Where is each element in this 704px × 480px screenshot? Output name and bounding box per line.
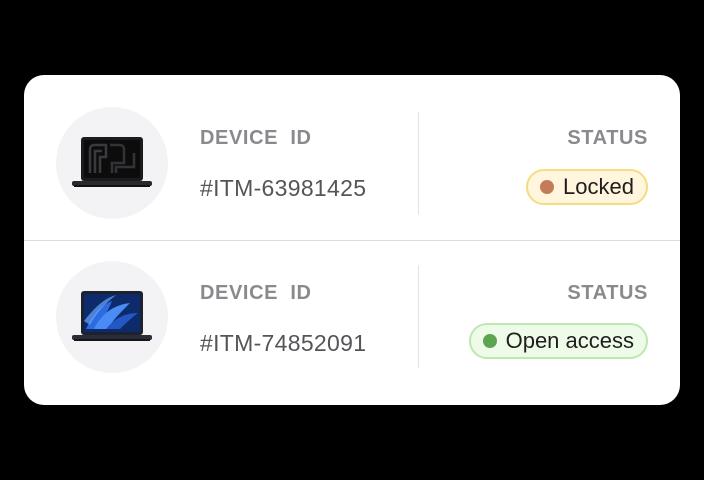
status-dot bbox=[482, 334, 497, 348]
status-text: Locked bbox=[563, 174, 634, 199]
status-label: STATUS bbox=[567, 127, 648, 149]
device-thumbnail bbox=[56, 107, 168, 219]
device-thumbnail bbox=[56, 261, 168, 373]
column-divider bbox=[418, 112, 419, 215]
device-list-card: DEVICE ID #ITM-63981425 STATUS Locked DE… bbox=[24, 75, 680, 405]
device-id-value: #ITM-63981425 bbox=[200, 175, 367, 201]
laptop-icon bbox=[72, 137, 152, 187]
status-dot bbox=[540, 180, 555, 194]
status-badge-open: Open access bbox=[468, 323, 648, 359]
column-divider bbox=[418, 265, 419, 368]
laptop-icon bbox=[72, 291, 152, 341]
status-label: STATUS bbox=[567, 282, 648, 304]
device-row[interactable]: DEVICE ID #ITM-74852091 STATUS Open acce… bbox=[24, 241, 680, 405]
device-id-label: DEVICE ID bbox=[200, 282, 312, 304]
status-badge-locked: Locked bbox=[526, 169, 648, 205]
device-row[interactable]: DEVICE ID #ITM-63981425 STATUS Locked bbox=[24, 75, 680, 240]
device-id-label: DEVICE ID bbox=[200, 127, 312, 149]
status-text: Open access bbox=[505, 328, 634, 353]
device-id-value: #ITM-74852091 bbox=[200, 330, 367, 356]
